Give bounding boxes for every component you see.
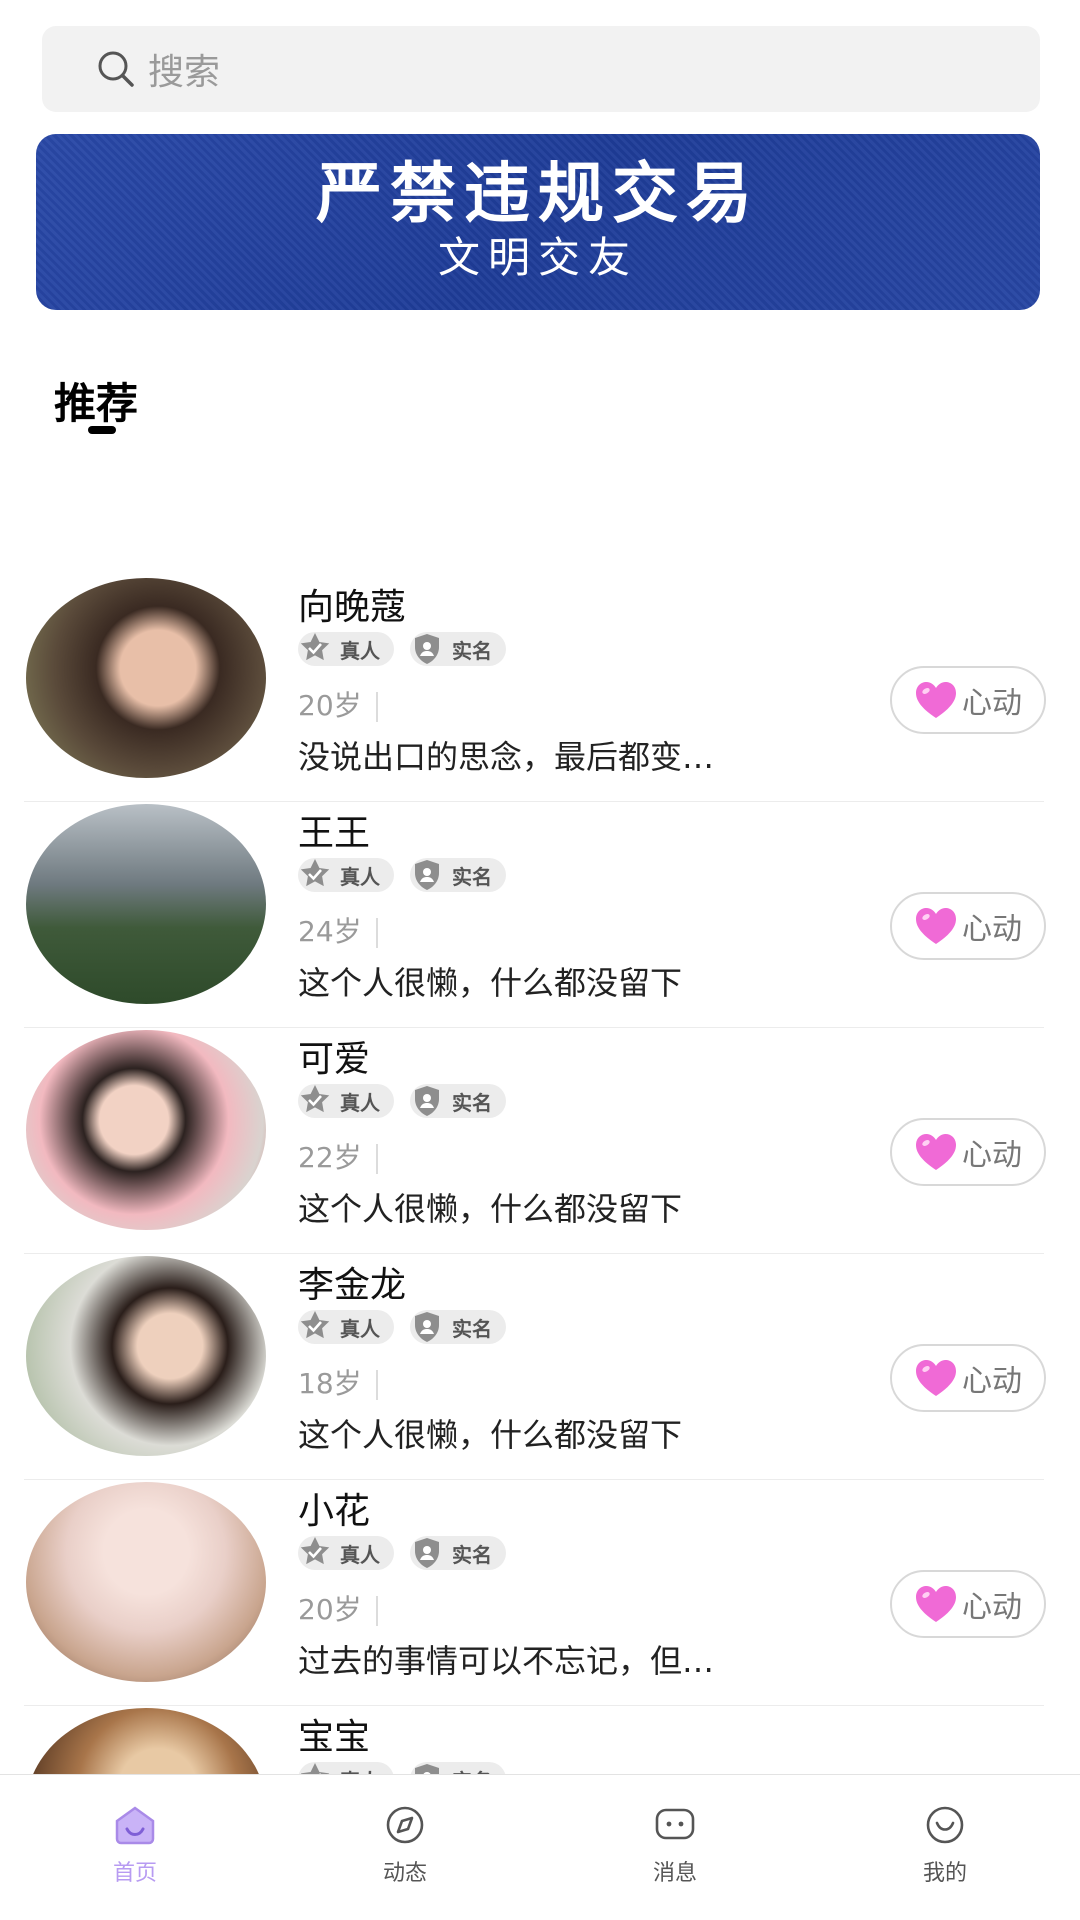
user-name: 向晚蔻: [298, 587, 407, 628]
user-age: 20岁: [298, 1588, 378, 1628]
real-name-badge: 实名: [410, 632, 506, 666]
message-icon: [655, 1808, 695, 1840]
heart-icon: [916, 908, 956, 944]
avatar[interactable]: [26, 1256, 266, 1456]
shield-user-icon: [408, 1308, 446, 1346]
heart-icon: [916, 682, 956, 718]
banner-subtitle: 文明交友: [437, 233, 638, 282]
search-icon: [98, 51, 134, 87]
user-name: 王王: [298, 813, 371, 854]
list-item[interactable]: 可爱 真人 实名 22岁 这个人很懒，什么都没留下 心动: [0, 1028, 1080, 1254]
avatar[interactable]: [26, 578, 266, 778]
user-bio: 这个人很懒，什么都没留下: [298, 1416, 683, 1454]
notice-banner[interactable]: 严禁违规交易 文明交友: [36, 134, 1040, 310]
home-icon: [115, 1806, 155, 1845]
real-person-badge: 真人: [298, 632, 394, 666]
real-name-badge: 实名: [410, 1536, 506, 1570]
bottom-tab-bar: 首页 动态 消息 我的: [0, 1774, 1080, 1920]
user-age: 24岁: [298, 910, 378, 950]
user-age: 20岁: [298, 684, 378, 724]
user-bio: 这个人很懒，什么都没留下: [298, 964, 683, 1002]
user-list: 向晚蔻 真人 实名 20岁 没说出口的思念，最后都变… 心动 王王 真人 实名 …: [0, 576, 1080, 1920]
like-label: 心动: [962, 1138, 1022, 1173]
like-label: 心动: [962, 1590, 1022, 1625]
user-bio: 这个人很懒，什么都没留下: [298, 1190, 683, 1228]
user-bio: 没说出口的思念，最后都变…: [298, 738, 715, 776]
avatar[interactable]: [26, 1030, 266, 1230]
list-item[interactable]: 王王 真人 实名 24岁 这个人很懒，什么都没留下 心动: [0, 802, 1080, 1028]
like-button[interactable]: 心动: [890, 892, 1046, 960]
badge-group: 真人 实名: [298, 1536, 506, 1570]
badge-group: 真人 实名: [298, 1310, 506, 1344]
like-label: 心动: [962, 1364, 1022, 1399]
search-placeholder: 搜索: [148, 52, 221, 93]
star-check-icon: [296, 1534, 334, 1572]
tab-home[interactable]: 首页: [0, 1775, 270, 1920]
avatar[interactable]: [26, 804, 266, 1004]
search-input[interactable]: 搜索: [42, 26, 1040, 112]
section-title-recommend[interactable]: 推荐: [54, 370, 138, 431]
list-item[interactable]: 小花 真人 实名 20岁 过去的事情可以不忘记，但… 心动: [0, 1480, 1080, 1706]
banner-title: 严禁违规交易: [316, 155, 760, 232]
tab-messages[interactable]: 消息: [540, 1775, 810, 1920]
tab-moments[interactable]: 动态: [270, 1775, 540, 1920]
user-name: 宝宝: [298, 1717, 371, 1758]
user-name: 李金龙: [298, 1265, 407, 1306]
heart-icon: [916, 1586, 956, 1622]
real-person-badge: 真人: [298, 858, 394, 892]
tab-label: 动态: [382, 1861, 427, 1886]
heart-icon: [916, 1360, 956, 1396]
like-button[interactable]: 心动: [890, 1344, 1046, 1412]
real-name-badge: 实名: [410, 1084, 506, 1118]
section-underline: [88, 426, 116, 434]
shield-user-icon: [408, 1534, 446, 1572]
heart-icon: [916, 1134, 956, 1170]
badge-group: 真人 实名: [298, 632, 506, 666]
like-label: 心动: [962, 912, 1022, 947]
tab-profile[interactable]: 我的: [810, 1775, 1080, 1920]
shield-user-icon: [408, 1082, 446, 1120]
like-button[interactable]: 心动: [890, 1570, 1046, 1638]
real-name-badge: 实名: [410, 858, 506, 892]
tab-label: 我的: [922, 1861, 967, 1886]
tab-label: 消息: [652, 1861, 697, 1886]
star-check-icon: [296, 1082, 334, 1120]
user-bio: 过去的事情可以不忘记，但…: [298, 1642, 715, 1680]
compass-icon: [386, 1806, 424, 1844]
real-name-badge: 实名: [410, 1310, 506, 1344]
star-check-icon: [296, 1308, 334, 1346]
tab-label: 首页: [112, 1861, 157, 1886]
shield-user-icon: [408, 856, 446, 894]
user-name: 小花: [298, 1491, 371, 1532]
like-button[interactable]: 心动: [890, 1118, 1046, 1186]
like-label: 心动: [962, 686, 1022, 721]
real-person-badge: 真人: [298, 1536, 394, 1570]
user-age: 22岁: [298, 1136, 378, 1176]
smile-icon: [926, 1806, 964, 1844]
list-item[interactable]: 向晚蔻 真人 实名 20岁 没说出口的思念，最后都变… 心动: [0, 576, 1080, 802]
avatar[interactable]: [26, 1482, 266, 1682]
user-age: 18岁: [298, 1362, 378, 1402]
star-check-icon: [296, 630, 334, 668]
real-person-badge: 真人: [298, 1310, 394, 1344]
like-button[interactable]: 心动: [890, 666, 1046, 734]
star-check-icon: [296, 856, 334, 894]
user-name: 可爱: [298, 1039, 371, 1080]
list-item[interactable]: 李金龙 真人 实名 18岁 这个人很懒，什么都没留下 心动: [0, 1254, 1080, 1480]
shield-user-icon: [408, 630, 446, 668]
badge-group: 真人 实名: [298, 858, 506, 892]
real-person-badge: 真人: [298, 1084, 394, 1118]
badge-group: 真人 实名: [298, 1084, 506, 1118]
